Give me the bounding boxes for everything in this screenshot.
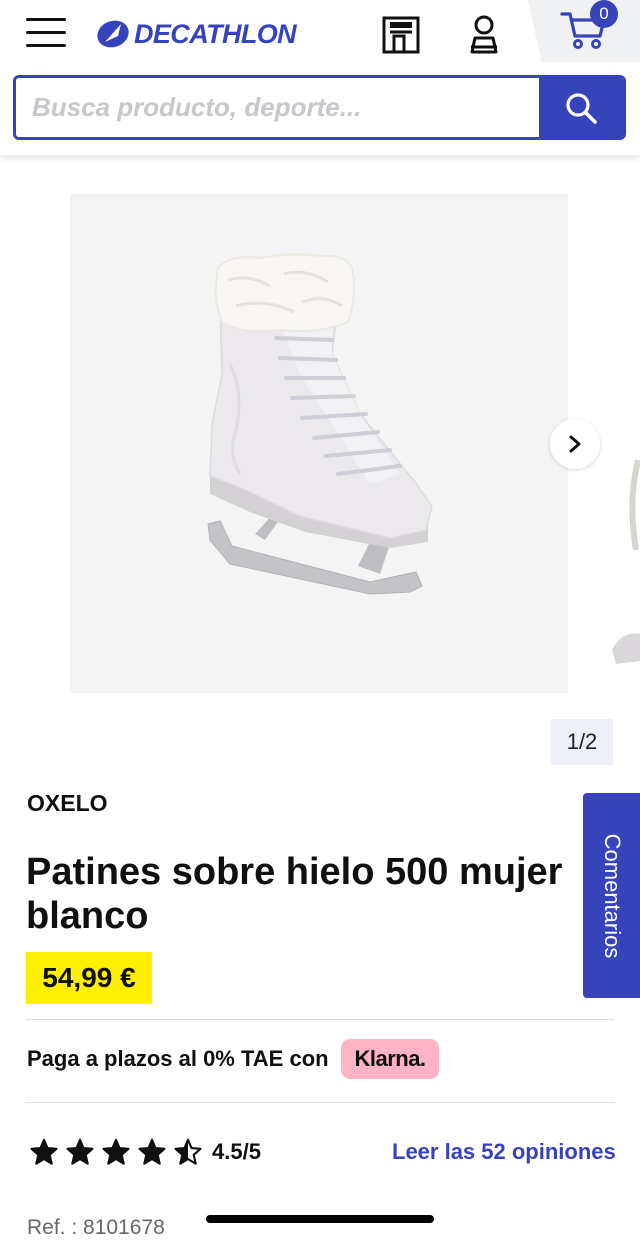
product-title: Patines sobre hielo 500 mujer blanco [26,851,563,937]
user-icon[interactable] [464,14,504,56]
search-input[interactable] [16,78,539,137]
chevron-right-icon [569,435,581,453]
star-full-icon [30,1138,58,1165]
star-full-icon [66,1138,94,1165]
product-brand[interactable]: OXELO [27,790,108,817]
ice-skate-image [207,253,433,595]
next-image-button[interactable] [550,419,600,469]
rating-value: 4.5/5 [212,1139,261,1164]
star-full-icon [138,1138,166,1165]
home-indicator[interactable] [206,1215,434,1223]
search-button[interactable] [539,78,623,137]
cart-count-badge: 0 [590,0,618,28]
comments-tab-label: Comentarios [599,833,625,958]
product-image-gallery[interactable] [70,194,568,693]
product-reference: Ref. : 8101678 [27,1216,165,1239]
hamburger-menu-icon[interactable] [26,18,66,48]
decathlon-logo[interactable]: DECATHLON [94,14,297,54]
comments-tab[interactable]: Comentarios [583,793,640,998]
divider [26,1019,614,1020]
rating-stars [30,1138,202,1166]
divider [26,1102,614,1103]
decathlon-logo-icon [97,20,129,48]
read-reviews-link[interactable]: Leer las 52 opiniones [392,1139,616,1165]
product-price: 54,99 € [26,952,152,1004]
next-image-preview [612,459,640,664]
image-counter: 1/2 [551,719,613,765]
store-icon[interactable] [380,14,424,56]
klarna-badge[interactable]: Klarna. [341,1039,439,1079]
star-full-icon [102,1138,130,1165]
site-header: DECATHLON 0 [0,0,640,155]
search-bar [13,75,626,140]
installments-text: Paga a plazos al 0% TAE con [27,1046,329,1071]
search-icon [566,92,597,124]
star-half-icon [174,1138,202,1165]
logo-text: DECATHLON [134,18,297,49]
